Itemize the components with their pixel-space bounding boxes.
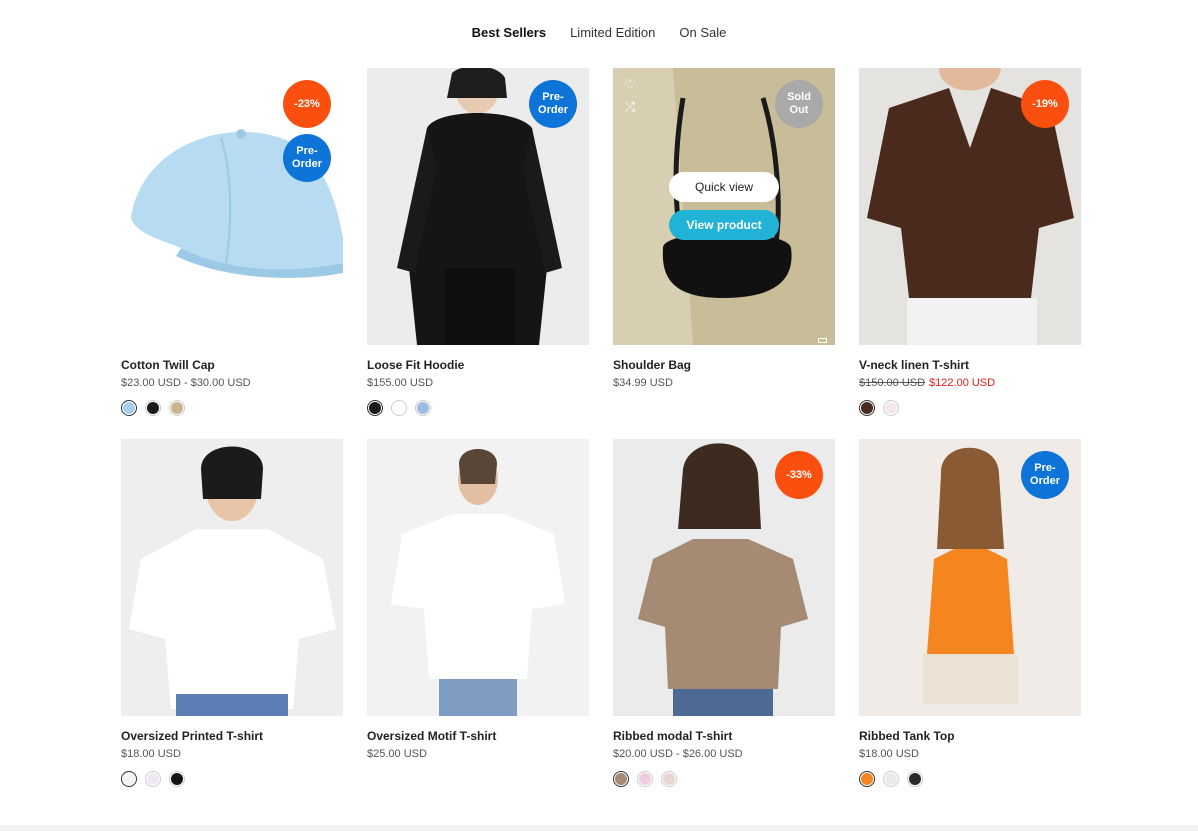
product-title[interactable]: Loose Fit Hoodie	[367, 358, 589, 372]
original-price: $150.00 USD	[859, 377, 926, 389]
product-title[interactable]: Oversized Printed T-shirt	[121, 729, 343, 743]
product-card: -23% Pre-Order Cotton Twill Cap $23.00 U…	[121, 68, 343, 416]
product-image[interactable]	[121, 439, 343, 716]
tab-best-sellers[interactable]: Best Sellers	[472, 25, 546, 40]
footer-divider	[0, 825, 1198, 831]
color-swatches	[121, 400, 343, 416]
collection-tabs: Best Sellers Limited Edition On Sale	[0, 25, 1198, 40]
compare-shuffle-icon[interactable]: ⤮	[623, 100, 637, 114]
product-price: $20.00 USD - $26.00 USD	[613, 748, 743, 760]
badge-stack: Sold Out	[775, 80, 823, 128]
product-title[interactable]: Cotton Twill Cap	[121, 358, 343, 372]
product-image[interactable]: ♡ ⤮ Sold Out Quick view View product	[613, 68, 835, 345]
tab-limited-edition[interactable]: Limited Edition	[570, 25, 655, 40]
view-product-button[interactable]: View product	[669, 210, 779, 240]
product-title[interactable]: Shoulder Bag	[613, 358, 835, 372]
badge-stack: -33%	[775, 451, 823, 499]
swatch-blush[interactable]	[661, 771, 677, 787]
product-image[interactable]: Pre-Order	[859, 439, 1081, 716]
sale-price: $122.00 USD	[929, 377, 996, 389]
badge-stack: Pre-Order	[1021, 451, 1069, 499]
badge-stack: -23% Pre-Order	[283, 80, 331, 182]
swatch-cream[interactable]	[883, 400, 899, 416]
swatch-beige[interactable]	[169, 400, 185, 416]
color-swatches	[859, 400, 1081, 416]
product-card: Oversized Printed T-shirt $18.00 USD	[121, 439, 343, 787]
discount-badge: -19%	[1021, 80, 1069, 128]
tab-on-sale[interactable]: On Sale	[679, 25, 726, 40]
swatch-orange[interactable]	[859, 771, 875, 787]
preorder-badge: Pre-Order	[529, 80, 577, 128]
product-image[interactable]: Pre-Order	[367, 68, 589, 345]
color-swatches	[121, 771, 343, 787]
swatch-black[interactable]	[169, 771, 185, 787]
product-title[interactable]: Oversized Motif T-shirt	[367, 729, 589, 743]
motif-tshirt-illustration	[391, 449, 565, 716]
product-price: $150.00 USD $122.00 USD	[859, 377, 1081, 389]
swatch-pink[interactable]	[637, 771, 653, 787]
discount-badge: -23%	[283, 80, 331, 128]
compare-box-icon[interactable]	[818, 338, 827, 343]
product-grid: -23% Pre-Order Cotton Twill Cap $23.00 U…	[121, 68, 1082, 787]
swatch-taupe[interactable]	[613, 771, 629, 787]
product-image[interactable]: -23% Pre-Order	[121, 68, 343, 345]
product-price: $18.00 USD	[859, 748, 919, 760]
product-price: $155.00 USD	[367, 377, 434, 389]
hover-actions: ♡ ⤮	[623, 78, 637, 114]
product-title[interactable]: V-neck linen T-shirt	[859, 358, 1081, 372]
swatch-white[interactable]	[391, 400, 407, 416]
product-card: Pre-Order Loose Fit Hoodie $155.00 USD	[367, 68, 589, 416]
product-price: $23.00 USD - $30.00 USD	[121, 377, 251, 389]
soldout-badge: Sold Out	[775, 80, 823, 128]
quick-view-button[interactable]: Quick view	[669, 172, 779, 202]
product-price: $18.00 USD	[121, 748, 181, 760]
swatch-black[interactable]	[907, 771, 923, 787]
swatch-black[interactable]	[145, 400, 161, 416]
swatch-light-grey[interactable]	[883, 771, 899, 787]
product-image[interactable]: -33%	[613, 439, 835, 716]
product-card: -33% Ribbed modal T-shirt $20.00 USD - $…	[613, 439, 835, 787]
color-swatches	[367, 400, 589, 416]
preorder-badge: Pre-Order	[1021, 451, 1069, 499]
product-card: Pre-Order Ribbed Tank Top $18.00 USD	[859, 439, 1081, 787]
product-title[interactable]: Ribbed modal T-shirt	[613, 729, 835, 743]
swatch-light-blue[interactable]	[415, 400, 431, 416]
badge-stack: -19%	[1021, 80, 1069, 128]
discount-badge: -33%	[775, 451, 823, 499]
color-swatches	[859, 771, 1081, 787]
wishlist-heart-icon[interactable]: ♡	[623, 78, 637, 92]
swatch-white[interactable]	[121, 771, 137, 787]
swatch-brown[interactable]	[859, 400, 875, 416]
swatch-black[interactable]	[367, 400, 383, 416]
swatch-lavender[interactable]	[145, 771, 161, 787]
product-title[interactable]: Ribbed Tank Top	[859, 729, 1081, 743]
product-card: -19% V-neck linen T-shirt $150.00 USD $12…	[859, 68, 1081, 416]
color-swatches	[613, 771, 835, 787]
printed-tshirt-illustration	[129, 446, 336, 716]
product-card: Oversized Motif T-shirt $25.00 USD	[367, 439, 589, 786]
product-image[interactable]: -19%	[859, 68, 1081, 345]
preorder-badge: Pre-Order	[283, 134, 331, 182]
swatch-light-blue[interactable]	[121, 400, 137, 416]
product-price: $34.99 USD	[613, 377, 673, 389]
badge-stack: Pre-Order	[529, 80, 577, 128]
product-price: $25.00 USD	[367, 748, 427, 760]
product-card: ♡ ⤮ Sold Out Quick view View product Sho…	[613, 68, 835, 415]
product-image[interactable]	[367, 439, 589, 716]
